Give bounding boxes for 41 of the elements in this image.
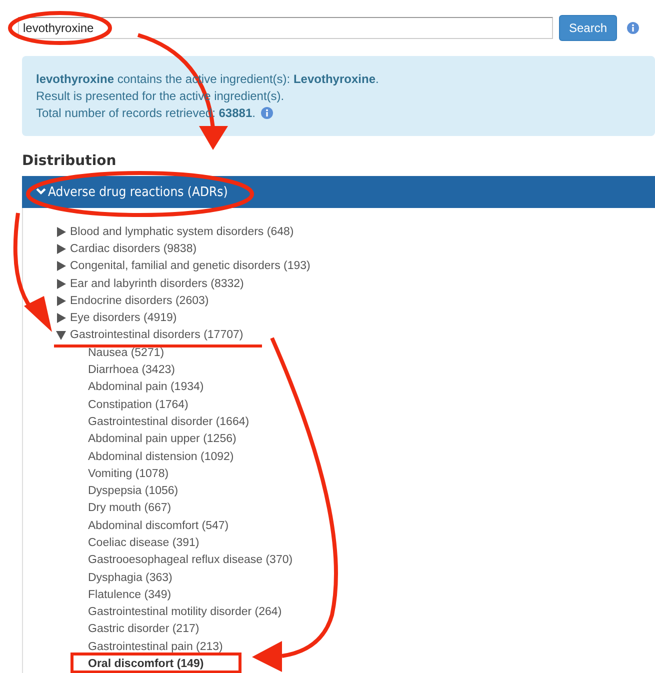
info-icon[interactable] (261, 107, 274, 119)
tree-item[interactable]: Gastrointestinal disorder (1664) (88, 416, 250, 428)
tree-item[interactable]: Gastrointestinal motility disorder (264) (88, 606, 282, 618)
tree-item[interactable]: Gastrointestinal pain (213) (88, 640, 223, 653)
tree-item[interactable]: Vomiting (1078) (88, 468, 169, 480)
panel-title: Adverse drug reactions (ADRs) (48, 184, 228, 200)
tree-item[interactable]: Oral discomfort (149) (88, 658, 204, 670)
tree-item[interactable]: Gastric disorder (217) (88, 623, 200, 636)
tree-item[interactable]: Eye disorders (4919) (70, 312, 177, 324)
section-heading: Distribution (22, 153, 118, 169)
tree-item[interactable]: Coeliac disease (391) (88, 536, 200, 549)
panel-header[interactable]: Adverse drug reactions (ADRs) (22, 176, 655, 208)
search-button[interactable]: Search (559, 15, 618, 41)
tree-item[interactable]: Endocrine disorders (2603) (70, 294, 209, 307)
expand-triangle-icon[interactable] (56, 244, 66, 254)
chevron-down-icon (36, 188, 46, 196)
tree-item[interactable]: Dry mouth (667) (88, 502, 172, 514)
tree-item[interactable]: Diarrhoea (3423) (88, 364, 175, 376)
tree-item[interactable]: Abdominal discomfort (547) (88, 520, 229, 532)
tree-item[interactable]: Dysphagia (363) (88, 572, 172, 584)
expand-triangle-icon[interactable] (56, 261, 66, 272)
tree-item[interactable]: Abdominal pain (1934) (88, 381, 204, 394)
tree-item[interactable]: Blood and lymphatic system disorders (648) (70, 226, 294, 238)
tree-item[interactable]: Abdominal distension (1092) (88, 450, 234, 462)
tree-item[interactable]: Ear and labyrinth disorders (8332) (70, 278, 244, 290)
expand-triangle-icon[interactable] (56, 313, 66, 324)
expand-triangle-icon[interactable] (56, 278, 66, 289)
tree-item[interactable]: Constipation (1764) (88, 398, 188, 411)
search-field[interactable]: levothyroxine (18, 17, 553, 39)
collapse-triangle-icon[interactable] (56, 330, 66, 340)
tree-item[interactable]: Cardiac disorders (9838) (70, 242, 197, 255)
tree-item[interactable]: Abdominal pain upper (1256) (88, 433, 236, 446)
info-icon[interactable] (627, 22, 640, 34)
tree-item[interactable]: Gastrointestinal disorders (17707) (70, 329, 244, 342)
expand-triangle-icon[interactable] (56, 296, 66, 306)
tree-item[interactable]: Flatulence (349) (88, 588, 172, 601)
tree-item[interactable]: Dyspepsia (1056) (88, 485, 178, 498)
tree-item[interactable]: Congenital, familial and genetic disorders (193) (70, 260, 310, 272)
expand-triangle-icon[interactable] (56, 226, 66, 237)
tree-item[interactable]: Nausea (5271) (88, 346, 164, 359)
tree-item[interactable]: Gastrooesophageal reflux disease (370) (88, 554, 293, 566)
